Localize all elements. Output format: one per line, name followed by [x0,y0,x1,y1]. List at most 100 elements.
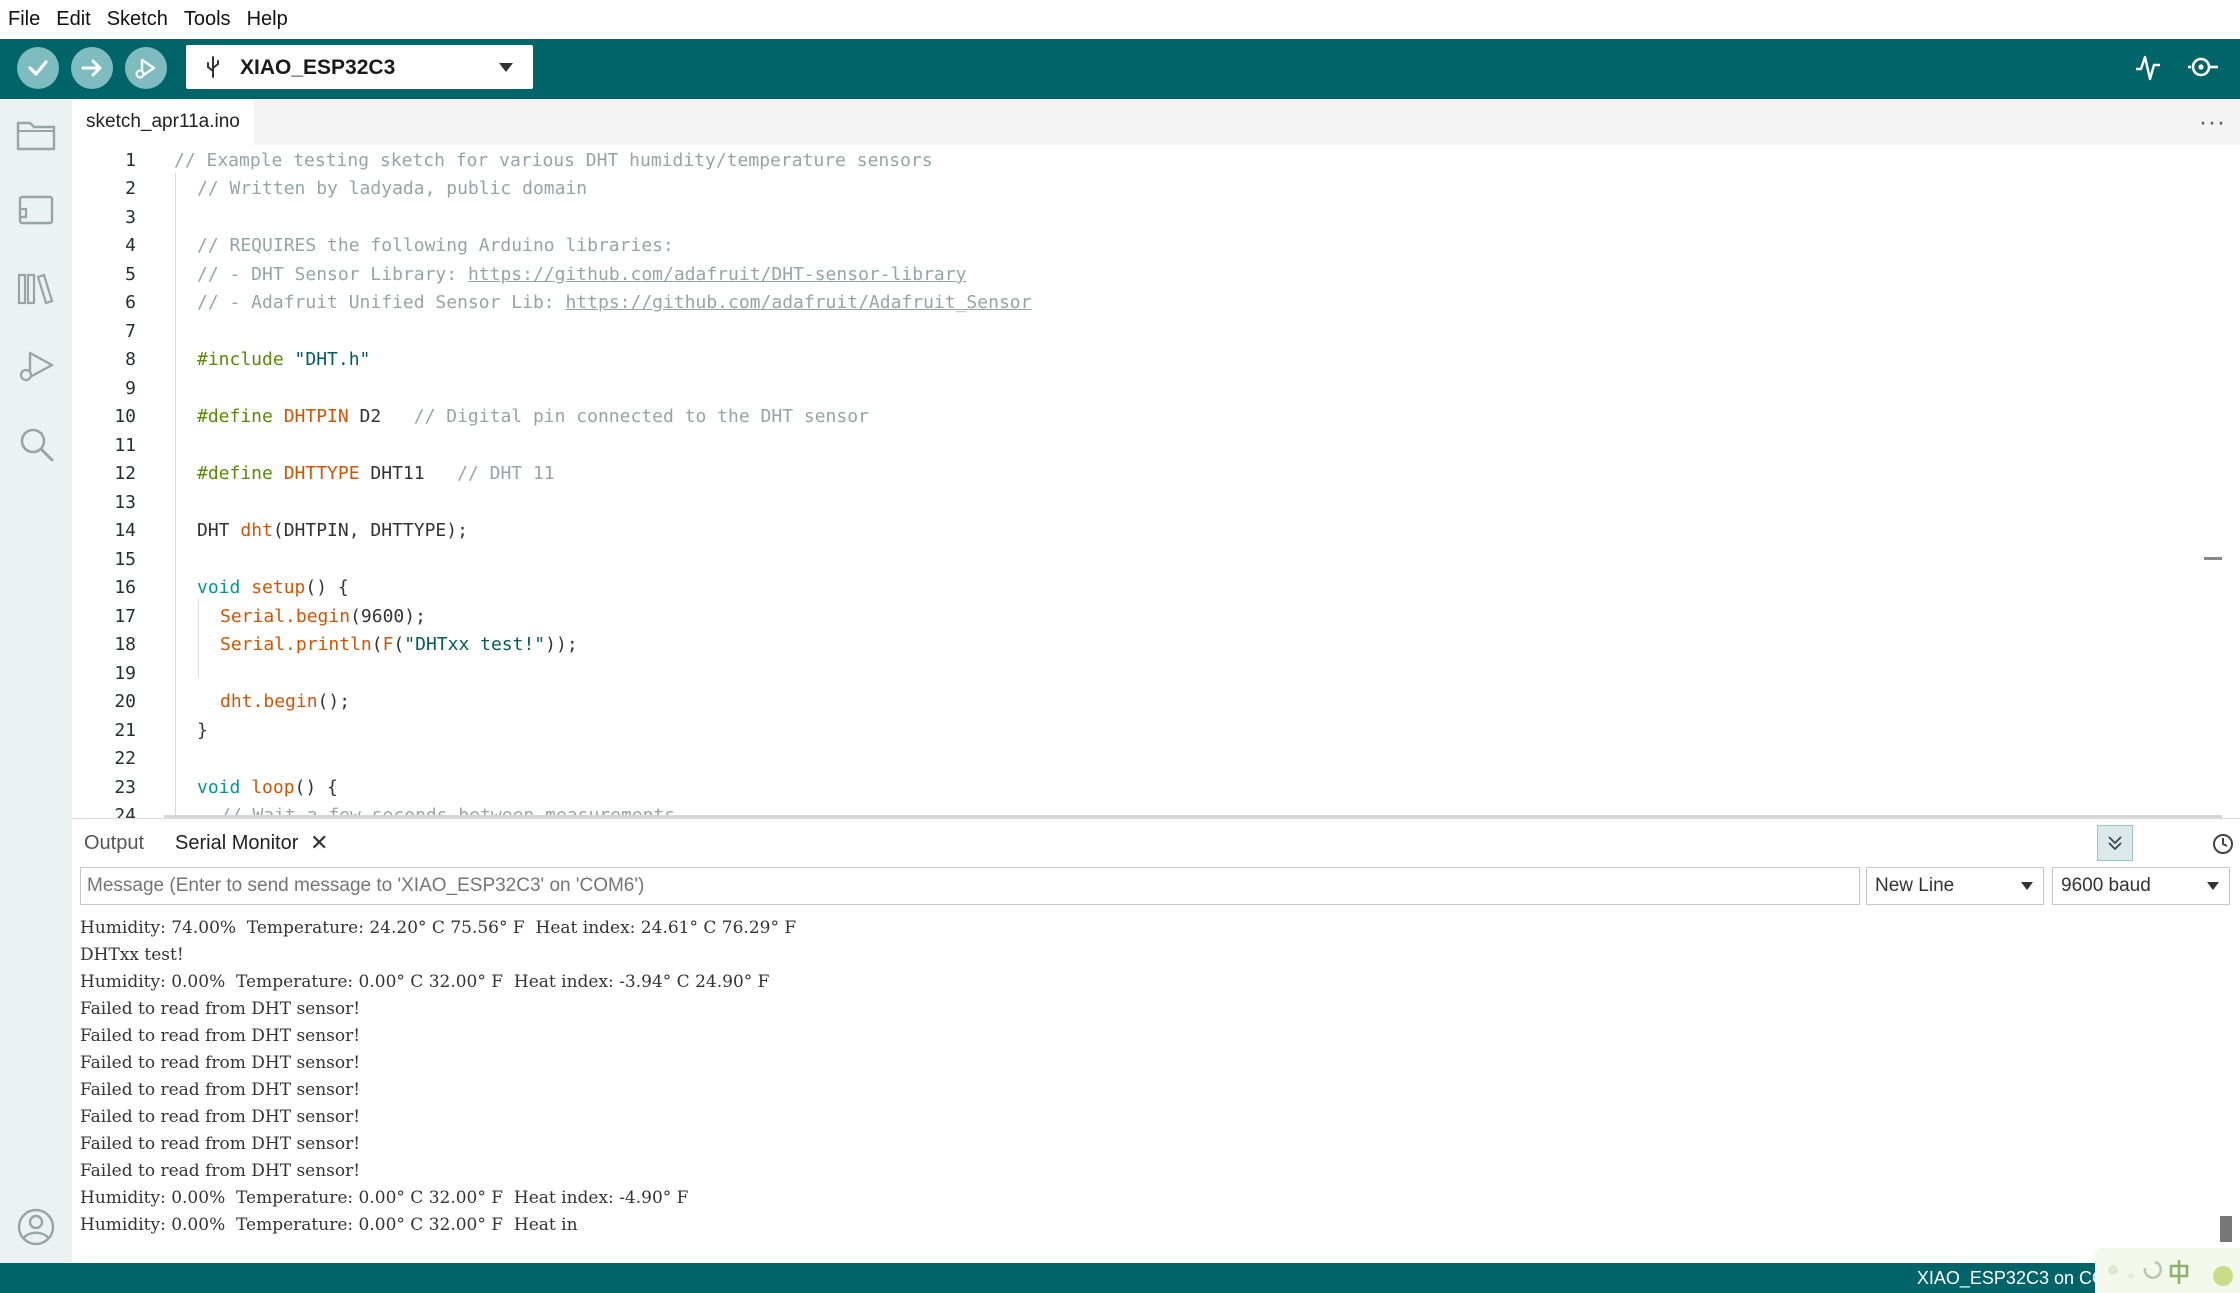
line-number: 4 [125,235,136,256]
line-ending-value: New Line [1875,875,1955,896]
comment: // DHT 11 [424,463,555,484]
search-button[interactable] [14,423,58,467]
line-number: 1 [125,150,136,171]
code-link[interactable]: https://github.com/adafruit/DHT-sensor-l… [468,264,967,285]
serial-message-input[interactable] [80,867,1860,905]
method: .begin [285,606,351,627]
code-text: #include "DHT.h" [197,349,370,370]
line-number: 16 [114,577,136,598]
debug-sidebar-icon [19,351,54,382]
serial-plotter-button[interactable] [2134,53,2162,86]
identifier: Serial [220,606,286,627]
code-link[interactable]: https://github.com/adafruit/Adafruit_Sen… [565,292,1031,313]
line-number: 2 [125,178,136,199]
baud-rate-select[interactable]: 9600 baud [2052,867,2230,905]
tab-serial-monitor[interactable]: Serial Monitor [175,832,298,855]
method: .println [285,634,372,655]
menu-sketch[interactable]: Sketch [99,8,176,31]
comment: // - DHT Sensor Library: [197,264,468,285]
baud-rate-value: 9600 baud [2061,875,2151,896]
board-selector[interactable]: XIAO_ESP32C3 [186,45,533,89]
code-line: 15 [72,544,2222,572]
profile-button[interactable] [14,1205,58,1249]
code-text: void setup() { [197,577,349,598]
toolbar: XIAO_ESP32C3 [0,39,2240,99]
macro-call: F [382,634,394,655]
autoscroll-button[interactable] [2097,825,2133,861]
clock-icon [2213,834,2233,854]
line-ending-select[interactable]: New Line [1866,867,2044,905]
code-line: 23 void loop() { [72,772,2222,800]
keyword: void [197,777,241,798]
code-line: 21 } [72,715,2222,743]
line-number: 11 [114,435,136,456]
line-number: 20 [114,691,136,712]
serial-line: Failed to read from DHT sensor! [80,1161,361,1181]
code-line: 18 Serial.println(F("DHTxx test!")); [72,629,2222,657]
code-text: #define DHTTYPE DHT11 // DHT 11 [197,463,555,484]
menu-file[interactable]: File [0,8,48,31]
code-line: 11 [72,430,2222,458]
sketchbook-button[interactable] [14,113,58,157]
editor-scrollbar[interactable] [2204,557,2222,560]
code-text: dht.begin(); [220,691,350,712]
punctuation: (); [317,691,351,712]
user-icon [17,1208,55,1246]
folder-icon [16,121,56,151]
serial-output[interactable]: Humidity: 74.00% Temperature: 24.20° C 7… [80,915,2210,1260]
code-text: Serial.println(F("DHTxx test!")); [220,634,578,655]
line-number: 15 [114,549,136,570]
function-name: loop [240,777,295,798]
code-editor[interactable]: 1 // Example testing sketch for various … [72,145,2222,818]
upload-button[interactable] [71,47,113,89]
menu-tools[interactable]: Tools [176,8,239,31]
tab-output[interactable]: Output [84,832,144,855]
library-icon [17,273,54,305]
line-number: 12 [114,463,136,484]
code-text: } [197,720,208,741]
macro-name: DHTPIN [272,406,349,427]
boards-manager-button[interactable] [14,189,58,233]
serial-scrollbar[interactable] [2220,1216,2232,1242]
chevron-down-icon [499,63,513,72]
verify-button[interactable] [17,47,59,89]
code-line: 22 [72,743,2222,771]
comment: // Example testing sketch for various DH… [174,150,933,171]
ime-toolbar-overlay [2095,1248,2240,1293]
timestamp-button[interactable] [2208,829,2238,859]
check-icon [28,60,48,76]
punctuation: )); [545,634,578,655]
library-manager-button[interactable] [14,267,58,311]
search-icon [20,428,54,462]
menu-edit[interactable]: Edit [48,8,98,31]
preprocessor: #define [197,463,273,484]
board-name: XIAO_ESP32C3 [240,56,396,79]
line-number: 7 [125,321,136,342]
serial-monitor-button[interactable] [2186,53,2220,86]
serial-line: Failed to read from DHT sensor! [80,1134,361,1154]
sidebar [0,99,72,1263]
serial-line: Failed to read from DHT sensor! [80,999,361,1019]
code-line: 12 #define DHTTYPE DHT11 // DHT 11 [72,458,2222,486]
line-number: 19 [114,663,136,684]
code-text: void loop() { [197,777,338,798]
line-number: 5 [125,264,136,285]
more-options-icon[interactable]: ··· [2199,109,2226,137]
close-icon[interactable]: ✕ [310,830,328,856]
status-board-port[interactable]: XIAO_ESP32C3 on CO [1917,1268,2106,1289]
line-number: 23 [114,777,136,798]
identifier: dht [220,691,253,712]
menu-help[interactable]: Help [239,8,296,31]
debug-button[interactable] [125,47,167,89]
punctuation: ( [371,634,383,655]
string: "DHT.h" [283,349,371,370]
comment: // - Adafruit Unified Sensor Lib: [197,292,566,313]
keyword: void [197,577,241,598]
string: "DHTxx test!" [404,634,546,655]
line-number: 21 [114,720,136,741]
code-line: 7 [72,316,2222,344]
arguments: (9600); [350,606,426,627]
comment: // Written by ladyada, public domain [197,178,588,199]
debug-panel-button[interactable] [14,345,58,389]
file-tab[interactable]: sketch_apr11a.ino [72,99,254,145]
